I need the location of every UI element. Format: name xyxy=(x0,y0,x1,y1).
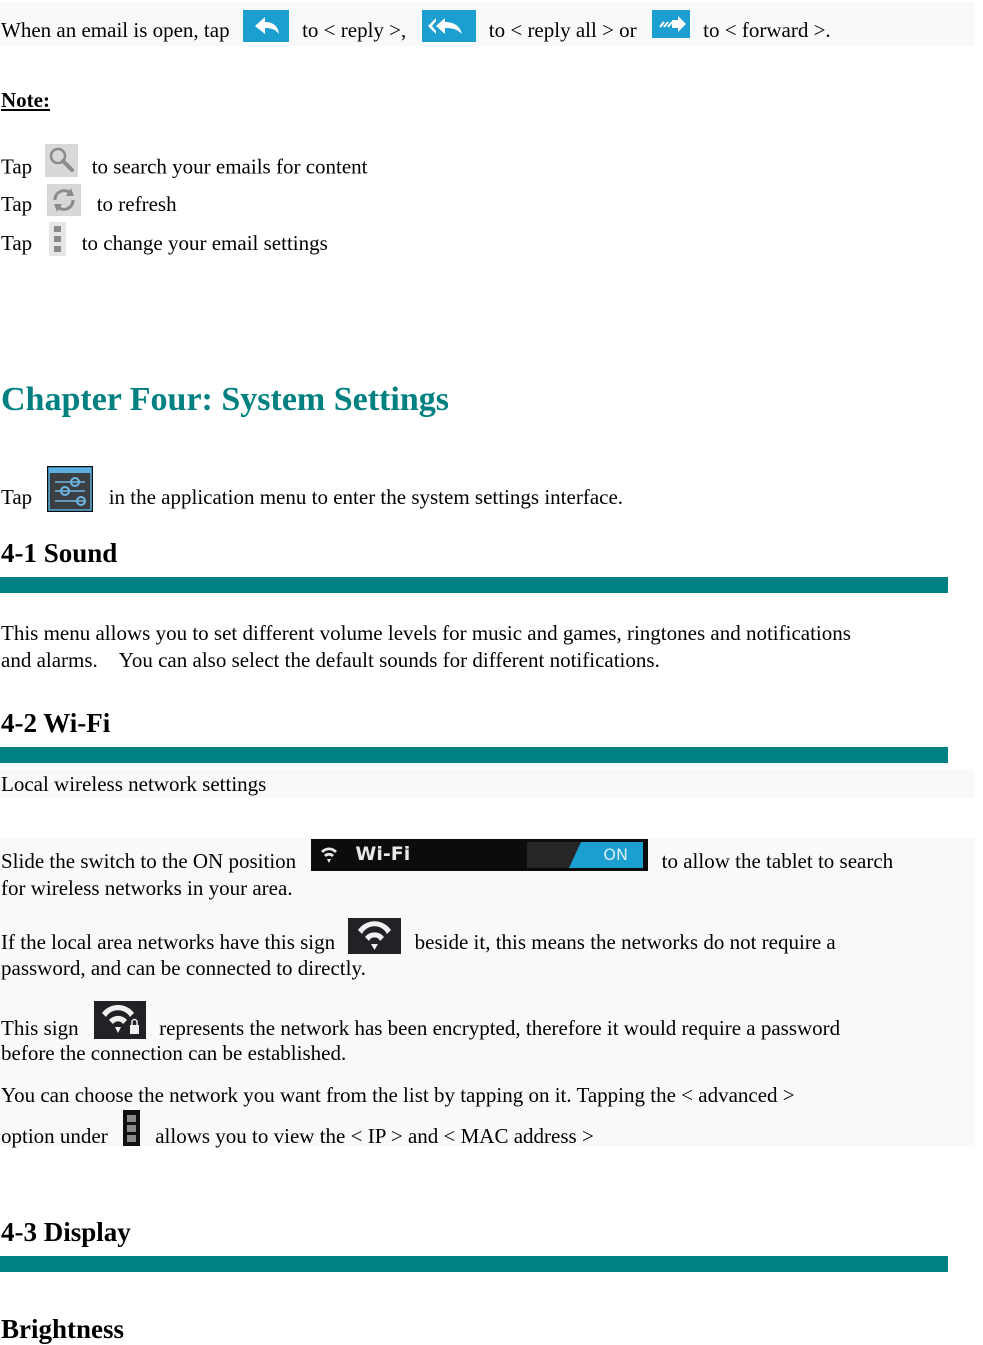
note-search-text: to search your emails for content xyxy=(91,154,368,179)
wifi-p2-text-b: beside it, this means the networks do no… xyxy=(414,929,836,954)
section-heading-display: 4-3 Display xyxy=(1,1217,131,1247)
reply-all-icon xyxy=(421,10,476,43)
wifi-para-4: You can choose the network you want from… xyxy=(1,1083,795,1107)
section-heading-sound: 4-1 Sound xyxy=(1,538,118,568)
wifi-subtitle: Local wireless network settings xyxy=(1,772,267,796)
section-heading-wifi: 4-2 Wi-Fi xyxy=(1,708,111,738)
intro-text-4: to < forward >. xyxy=(703,18,831,42)
sound-text-line-2: and alarms. You can also select the defa… xyxy=(1,648,660,672)
note-refresh-text: to refresh xyxy=(96,192,177,216)
overflow-menu-icon xyxy=(122,1110,140,1146)
settings-sliders-icon xyxy=(47,466,94,512)
note-tap-label: Tap xyxy=(1,154,33,179)
wifi-switch: Wi-Fi ON xyxy=(311,839,649,872)
note-item-settings: Tap to change your email settings xyxy=(1,222,328,262)
wifi-p4-text-b: option under xyxy=(1,1123,108,1148)
note-item-search: Tap to search your emails for content xyxy=(1,144,368,185)
wifi-para-4-cont: option under allows you to view the < IP… xyxy=(1,1110,594,1156)
note-tap-label: Tap xyxy=(1,192,33,216)
note-tap-label: Tap xyxy=(1,230,33,255)
chapter-title: Chapter Four: System Settings xyxy=(1,381,449,418)
search-icon xyxy=(45,144,79,177)
chapter-intro: Tap in the application menu to enter the… xyxy=(1,466,624,522)
intro-text-1: When an email is open, tap xyxy=(1,18,230,42)
chapter-intro-text: in the application menu to enter the sys… xyxy=(108,484,624,509)
wifi-para-1-cont: for wireless networks in your area. xyxy=(1,876,293,900)
note-title: Note: xyxy=(1,88,50,112)
sound-text-line-1: This menu allows you to set different vo… xyxy=(1,621,851,645)
section-divider xyxy=(0,577,948,593)
overflow-menu-icon xyxy=(49,222,67,256)
wifi-p1-text-b: to allow the tablet to search xyxy=(661,849,894,873)
section-divider xyxy=(0,1256,948,1272)
wifi-switch-label: Wi-Fi xyxy=(355,843,411,866)
forward-icon xyxy=(651,10,690,39)
note-settings-text: to change your email settings xyxy=(81,230,328,255)
wifi-switch-state: ON xyxy=(603,845,628,865)
wifi-para-2-cont: password, and can be connected to direct… xyxy=(1,956,366,980)
wifi-para-3-cont: before the connection can be established… xyxy=(1,1041,347,1065)
section-divider xyxy=(0,747,948,763)
wifi-p1-text-a: Slide the switch to the ON position xyxy=(1,849,297,873)
wifi-p3-text-b: represents the network has been encrypte… xyxy=(159,1015,841,1040)
refresh-icon xyxy=(47,184,82,217)
reply-icon xyxy=(242,10,289,43)
intro-text-3: to < reply all > or xyxy=(488,18,637,42)
wifi-open-network-icon xyxy=(348,918,402,954)
wifi-secured-network-icon xyxy=(93,1001,146,1039)
wifi-p4-text-c: allows you to view the < IP > and < MAC … xyxy=(155,1123,594,1148)
note-item-refresh: Tap to refresh xyxy=(1,184,177,222)
chapter-tap-label: Tap xyxy=(1,484,33,509)
intro-line: When an email is open, tap to < reply >,… xyxy=(1,10,831,48)
wifi-p2-text-a: If the local area networks have this sig… xyxy=(1,929,336,954)
brightness-heading: Brightness xyxy=(1,1314,125,1344)
intro-text-2: to < reply >, xyxy=(302,18,407,42)
wifi-p3-text-a: This sign xyxy=(1,1015,79,1040)
